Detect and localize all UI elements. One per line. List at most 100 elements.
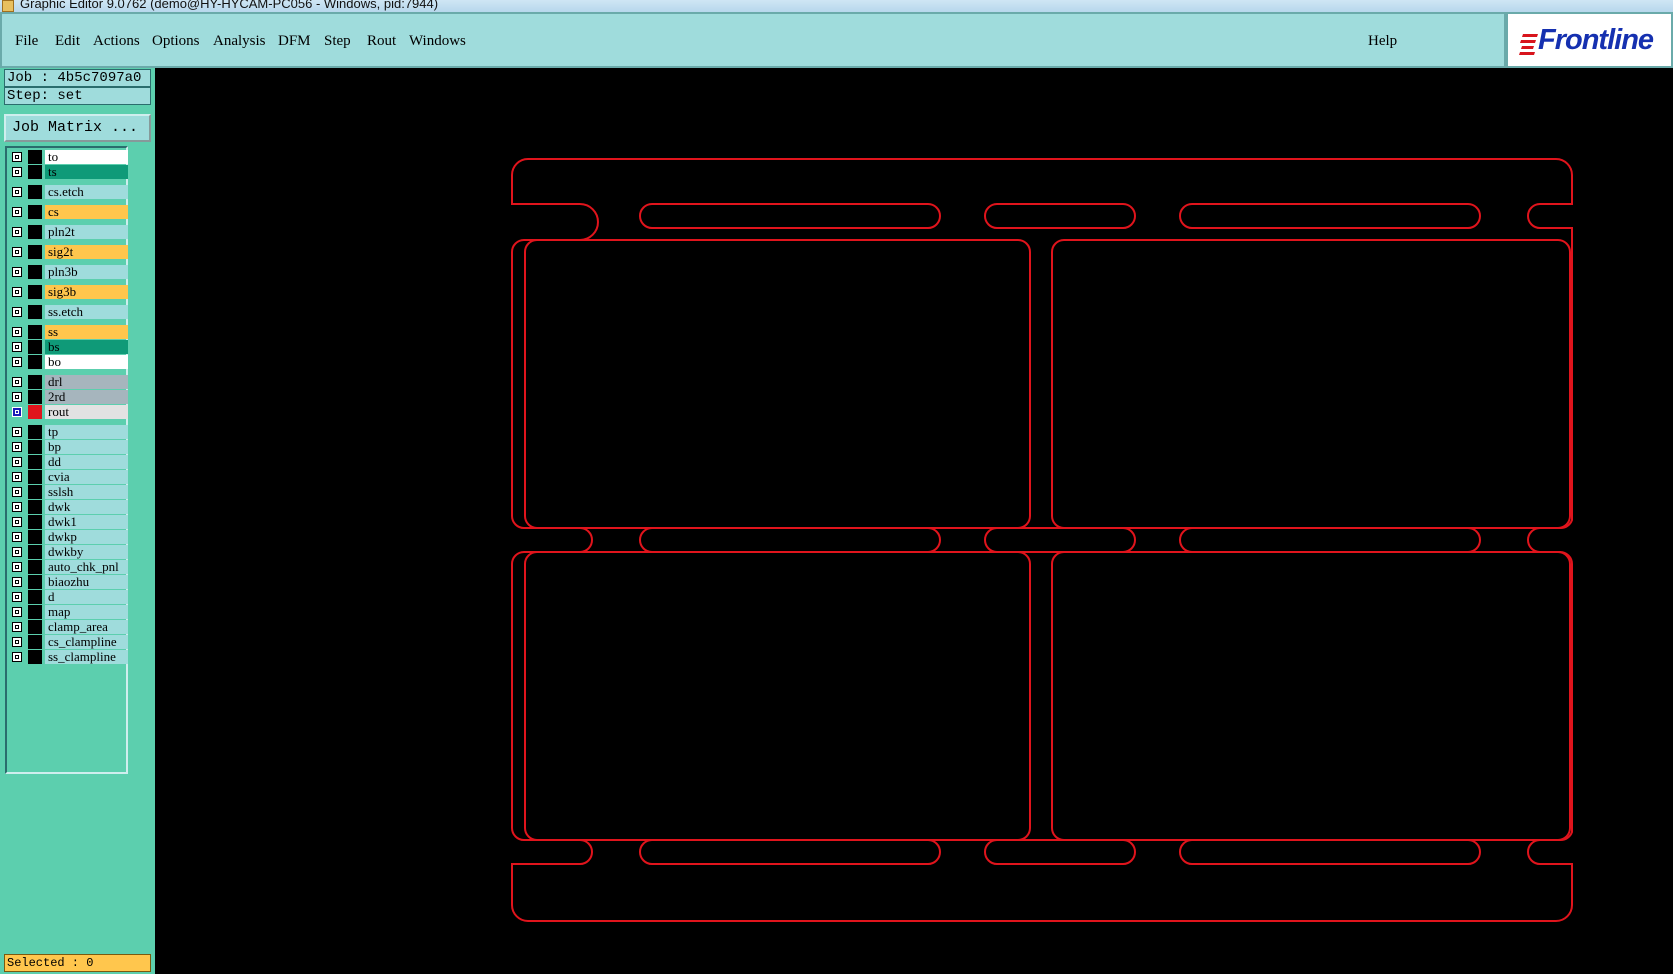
layer-name[interactable]: sig2t xyxy=(45,245,128,259)
layer-display-swatch[interactable] xyxy=(28,285,42,299)
layer-display-swatch[interactable] xyxy=(28,635,42,649)
layer-display-swatch[interactable] xyxy=(28,265,42,279)
layer-name[interactable]: dwk xyxy=(45,500,128,514)
layer-display-swatch[interactable] xyxy=(28,485,42,499)
layer-affected-checkbox[interactable] xyxy=(12,392,22,402)
layer-affected-checkbox[interactable] xyxy=(12,577,22,587)
layer-display-swatch[interactable] xyxy=(28,560,42,574)
layer-display-swatch[interactable] xyxy=(28,590,42,604)
layer-affected-checkbox[interactable] xyxy=(12,207,22,217)
layer-affected-checkbox[interactable] xyxy=(12,472,22,482)
layer-affected-checkbox[interactable] xyxy=(12,287,22,297)
layer-name[interactable]: ts xyxy=(45,165,128,179)
layer-affected-checkbox[interactable] xyxy=(12,517,22,527)
layer-affected-checkbox[interactable] xyxy=(12,607,22,617)
layer-name[interactable]: dwkp xyxy=(45,530,128,544)
layer-affected-checkbox[interactable] xyxy=(12,267,22,277)
layer-affected-checkbox[interactable] xyxy=(12,637,22,647)
layer-row-dd[interactable]: dd xyxy=(9,455,128,469)
graphic-canvas[interactable] xyxy=(155,68,1673,974)
layer-name[interactable]: biaozhu xyxy=(45,575,128,589)
layer-name[interactable]: bo xyxy=(45,355,128,369)
layer-name[interactable]: dwkby xyxy=(45,545,128,559)
layer-name[interactable]: rout xyxy=(45,405,128,419)
layer-row-sslsh[interactable]: sslsh xyxy=(9,485,128,499)
layer-name[interactable]: dwk1 xyxy=(45,515,128,529)
menu-windows[interactable]: Windows xyxy=(409,33,466,50)
layer-name[interactable]: pln2t xyxy=(45,225,128,239)
layer-affected-checkbox[interactable] xyxy=(12,562,22,572)
layer-name[interactable]: pln3b xyxy=(45,265,128,279)
layer-affected-checkbox[interactable] xyxy=(12,327,22,337)
layer-row-bo[interactable]: bo xyxy=(9,355,128,369)
layer-row-cs[interactable]: cs xyxy=(9,205,128,219)
layer-display-swatch[interactable] xyxy=(28,245,42,259)
layer-affected-checkbox[interactable] xyxy=(12,152,22,162)
menu-dfm[interactable]: DFM xyxy=(278,33,311,50)
menu-edit[interactable]: Edit xyxy=(55,33,80,50)
layer-display-swatch[interactable] xyxy=(28,650,42,664)
layer-display-swatch[interactable] xyxy=(28,530,42,544)
layer-affected-checkbox[interactable] xyxy=(12,622,22,632)
layer-name[interactable]: cs xyxy=(45,205,128,219)
layer-display-swatch[interactable] xyxy=(28,205,42,219)
menu-actions[interactable]: Actions xyxy=(93,33,140,50)
layer-affected-checkbox[interactable] xyxy=(12,592,22,602)
layer-display-swatch[interactable] xyxy=(28,620,42,634)
layer-row-bs[interactable]: bs xyxy=(9,340,128,354)
layer-display-swatch[interactable] xyxy=(28,390,42,404)
layer-name[interactable]: cvia xyxy=(45,470,128,484)
layer-name[interactable]: ss.etch xyxy=(45,305,128,319)
layer-row-map[interactable]: map xyxy=(9,605,128,619)
layer-affected-checkbox[interactable] xyxy=(12,307,22,317)
menu-options[interactable]: Options xyxy=(152,33,200,50)
layer-row-biaozhu[interactable]: biaozhu xyxy=(9,575,128,589)
layer-affected-checkbox[interactable] xyxy=(12,407,22,417)
layer-affected-checkbox[interactable] xyxy=(12,487,22,497)
layer-affected-checkbox[interactable] xyxy=(12,652,22,662)
layer-name[interactable]: tp xyxy=(45,425,128,439)
layer-display-swatch[interactable] xyxy=(28,325,42,339)
layer-affected-checkbox[interactable] xyxy=(12,377,22,387)
layer-name[interactable]: 2rd xyxy=(45,390,128,404)
layer-display-swatch[interactable] xyxy=(28,545,42,559)
layer-affected-checkbox[interactable] xyxy=(12,457,22,467)
layer-affected-checkbox[interactable] xyxy=(12,167,22,177)
layer-display-swatch[interactable] xyxy=(28,185,42,199)
layer-display-swatch[interactable] xyxy=(28,305,42,319)
layer-display-swatch[interactable] xyxy=(28,515,42,529)
layer-name[interactable]: clamp_area xyxy=(45,620,128,634)
layer-display-swatch[interactable] xyxy=(28,500,42,514)
layer-name[interactable]: auto_chk_pnl xyxy=(45,560,128,574)
layer-affected-checkbox[interactable] xyxy=(12,502,22,512)
layer-affected-checkbox[interactable] xyxy=(12,342,22,352)
layer-affected-checkbox[interactable] xyxy=(12,547,22,557)
layer-name[interactable]: d xyxy=(45,590,128,604)
layer-display-swatch[interactable] xyxy=(28,440,42,454)
layer-row-dwk[interactable]: dwk xyxy=(9,500,128,514)
layer-name[interactable]: bs xyxy=(45,340,128,354)
layer-row-cs-clampline[interactable]: cs_clampline xyxy=(9,635,128,649)
layer-name[interactable]: drl xyxy=(45,375,128,389)
menu-help[interactable]: Help xyxy=(1368,33,1397,50)
layer-row-to[interactable]: to xyxy=(9,150,128,164)
layer-name[interactable]: ss_clampline xyxy=(45,650,128,664)
layer-row-ts[interactable]: ts xyxy=(9,165,128,179)
layer-name[interactable]: to xyxy=(45,150,128,164)
layer-name[interactable]: sslsh xyxy=(45,485,128,499)
layer-affected-checkbox[interactable] xyxy=(12,187,22,197)
layer-affected-checkbox[interactable] xyxy=(12,227,22,237)
layer-row-2rd[interactable]: 2rd xyxy=(9,390,128,404)
layer-display-swatch[interactable] xyxy=(28,150,42,164)
layer-row-sig2t[interactable]: sig2t xyxy=(9,245,128,259)
layer-row-pln2t[interactable]: pln2t xyxy=(9,225,128,239)
layer-row-tp[interactable]: tp xyxy=(9,425,128,439)
menu-analysis[interactable]: Analysis xyxy=(213,33,266,50)
layer-name[interactable]: cs.etch xyxy=(45,185,128,199)
menu-step[interactable]: Step xyxy=(324,33,351,50)
layer-row-ss-clampline[interactable]: ss_clampline xyxy=(9,650,128,664)
layer-row-d[interactable]: d xyxy=(9,590,128,604)
layer-row-pln3b[interactable]: pln3b xyxy=(9,265,128,279)
layer-affected-checkbox[interactable] xyxy=(12,357,22,367)
menu-file[interactable]: File xyxy=(15,33,38,50)
